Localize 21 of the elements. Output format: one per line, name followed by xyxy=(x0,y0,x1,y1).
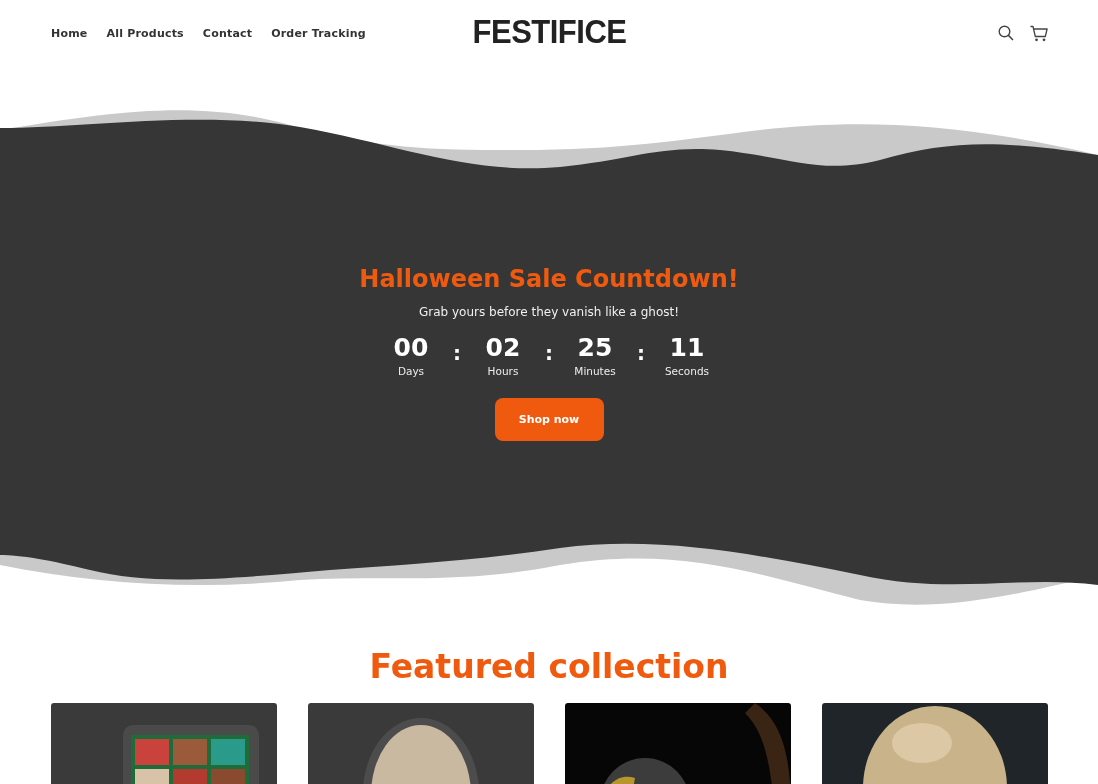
cart-icon[interactable] xyxy=(1030,24,1048,42)
countdown-separator: : xyxy=(637,341,645,365)
section-title: Featured collection xyxy=(369,647,729,687)
countdown-number: 02 xyxy=(485,333,521,363)
countdown-separator: : xyxy=(545,341,553,365)
countdown-number: 25 xyxy=(577,333,613,363)
countdown-label: Days xyxy=(397,365,425,377)
nav-link[interactable]: Order Tracking xyxy=(271,26,366,40)
hero-subtitle: Grab yours before they vanish like a ghost! xyxy=(418,305,680,319)
countdown-number: 00 xyxy=(393,333,429,363)
countdown-label: Seconds xyxy=(664,365,710,377)
countdown-separator: : xyxy=(453,341,461,365)
countdown-number: 11 xyxy=(669,333,705,363)
hero-title: Halloween Sale Countdown! xyxy=(359,265,739,293)
search-icon[interactable] xyxy=(998,25,1014,41)
nav-link[interactable]: Home xyxy=(51,26,88,40)
countdown-label: Minutes xyxy=(574,365,616,377)
logo[interactable]: FESTIFICE xyxy=(472,14,627,52)
nav-link[interactable]: All Products xyxy=(106,26,184,40)
countdown-label: Hours xyxy=(487,365,519,377)
nav-link[interactable]: Contact xyxy=(202,26,253,40)
